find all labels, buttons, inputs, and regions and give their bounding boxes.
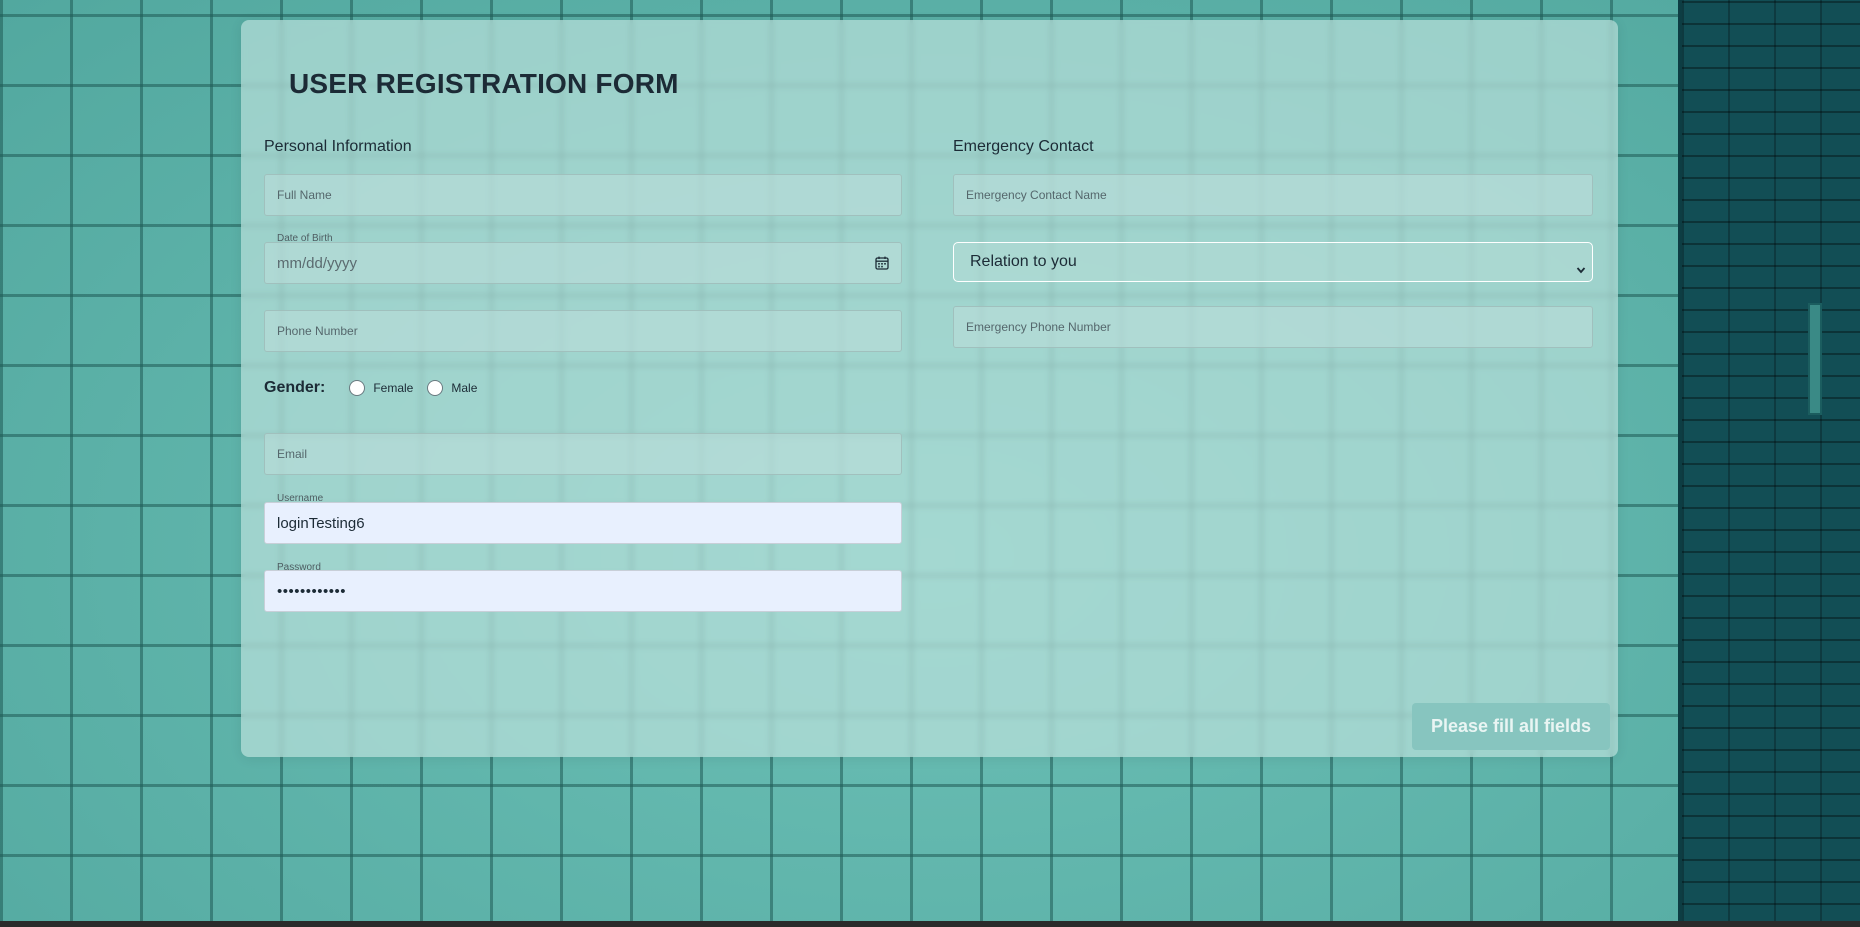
email-input[interactable]: Email: [264, 433, 902, 475]
gender-male-radio[interactable]: [427, 380, 444, 396]
full-name-placeholder: Full Name: [277, 188, 332, 202]
form-title: USER REGISTRATION FORM: [289, 68, 679, 99]
username-input[interactable]: loginTesting6: [264, 502, 902, 544]
gender-female-label[interactable]: Female: [373, 381, 413, 395]
relation-select-value: Relation to you: [970, 253, 1077, 270]
registration-form: USER REGISTRATION FORM Personal Informat…: [241, 20, 1618, 757]
gender-female-radio[interactable]: [349, 380, 366, 396]
email-placeholder: Email: [277, 447, 308, 461]
calendar-icon[interactable]: [875, 256, 889, 270]
chevron-down-icon: [1576, 267, 1586, 274]
dob-input[interactable]: mm/dd/yyyy: [264, 242, 902, 284]
phone-number-placeholder: Phone Number: [277, 324, 358, 338]
emergency-phone-placeholder: Emergency Phone Number: [966, 320, 1111, 334]
emergency-contact-name-input[interactable]: Emergency Contact Name: [953, 174, 1593, 216]
username-value: loginTesting6: [277, 514, 365, 532]
gender-male-label[interactable]: Male: [451, 381, 477, 395]
wall-fixture: [1808, 303, 1822, 415]
password-value: ••••••••••••: [277, 582, 347, 600]
background-dark-wall: [1678, 0, 1860, 927]
emergency-contact-name-placeholder: Emergency Contact Name: [966, 188, 1107, 202]
gender-group: Gender: Female Male: [264, 379, 491, 397]
dob-placeholder: mm/dd/yyyy: [277, 254, 358, 272]
gender-label: Gender:: [264, 379, 326, 396]
password-input[interactable]: ••••••••••••: [264, 570, 902, 612]
phone-number-input[interactable]: Phone Number: [264, 310, 902, 352]
submit-button[interactable]: Please fill all fields: [1412, 703, 1610, 750]
relation-select[interactable]: Relation to you: [953, 242, 1593, 282]
personal-info-heading: Personal Information: [264, 138, 412, 155]
emergency-phone-input[interactable]: Emergency Phone Number: [953, 306, 1593, 348]
bottom-strip: [0, 921, 1860, 927]
full-name-input[interactable]: Full Name: [264, 174, 902, 216]
emergency-contact-heading: Emergency Contact: [953, 138, 1094, 155]
